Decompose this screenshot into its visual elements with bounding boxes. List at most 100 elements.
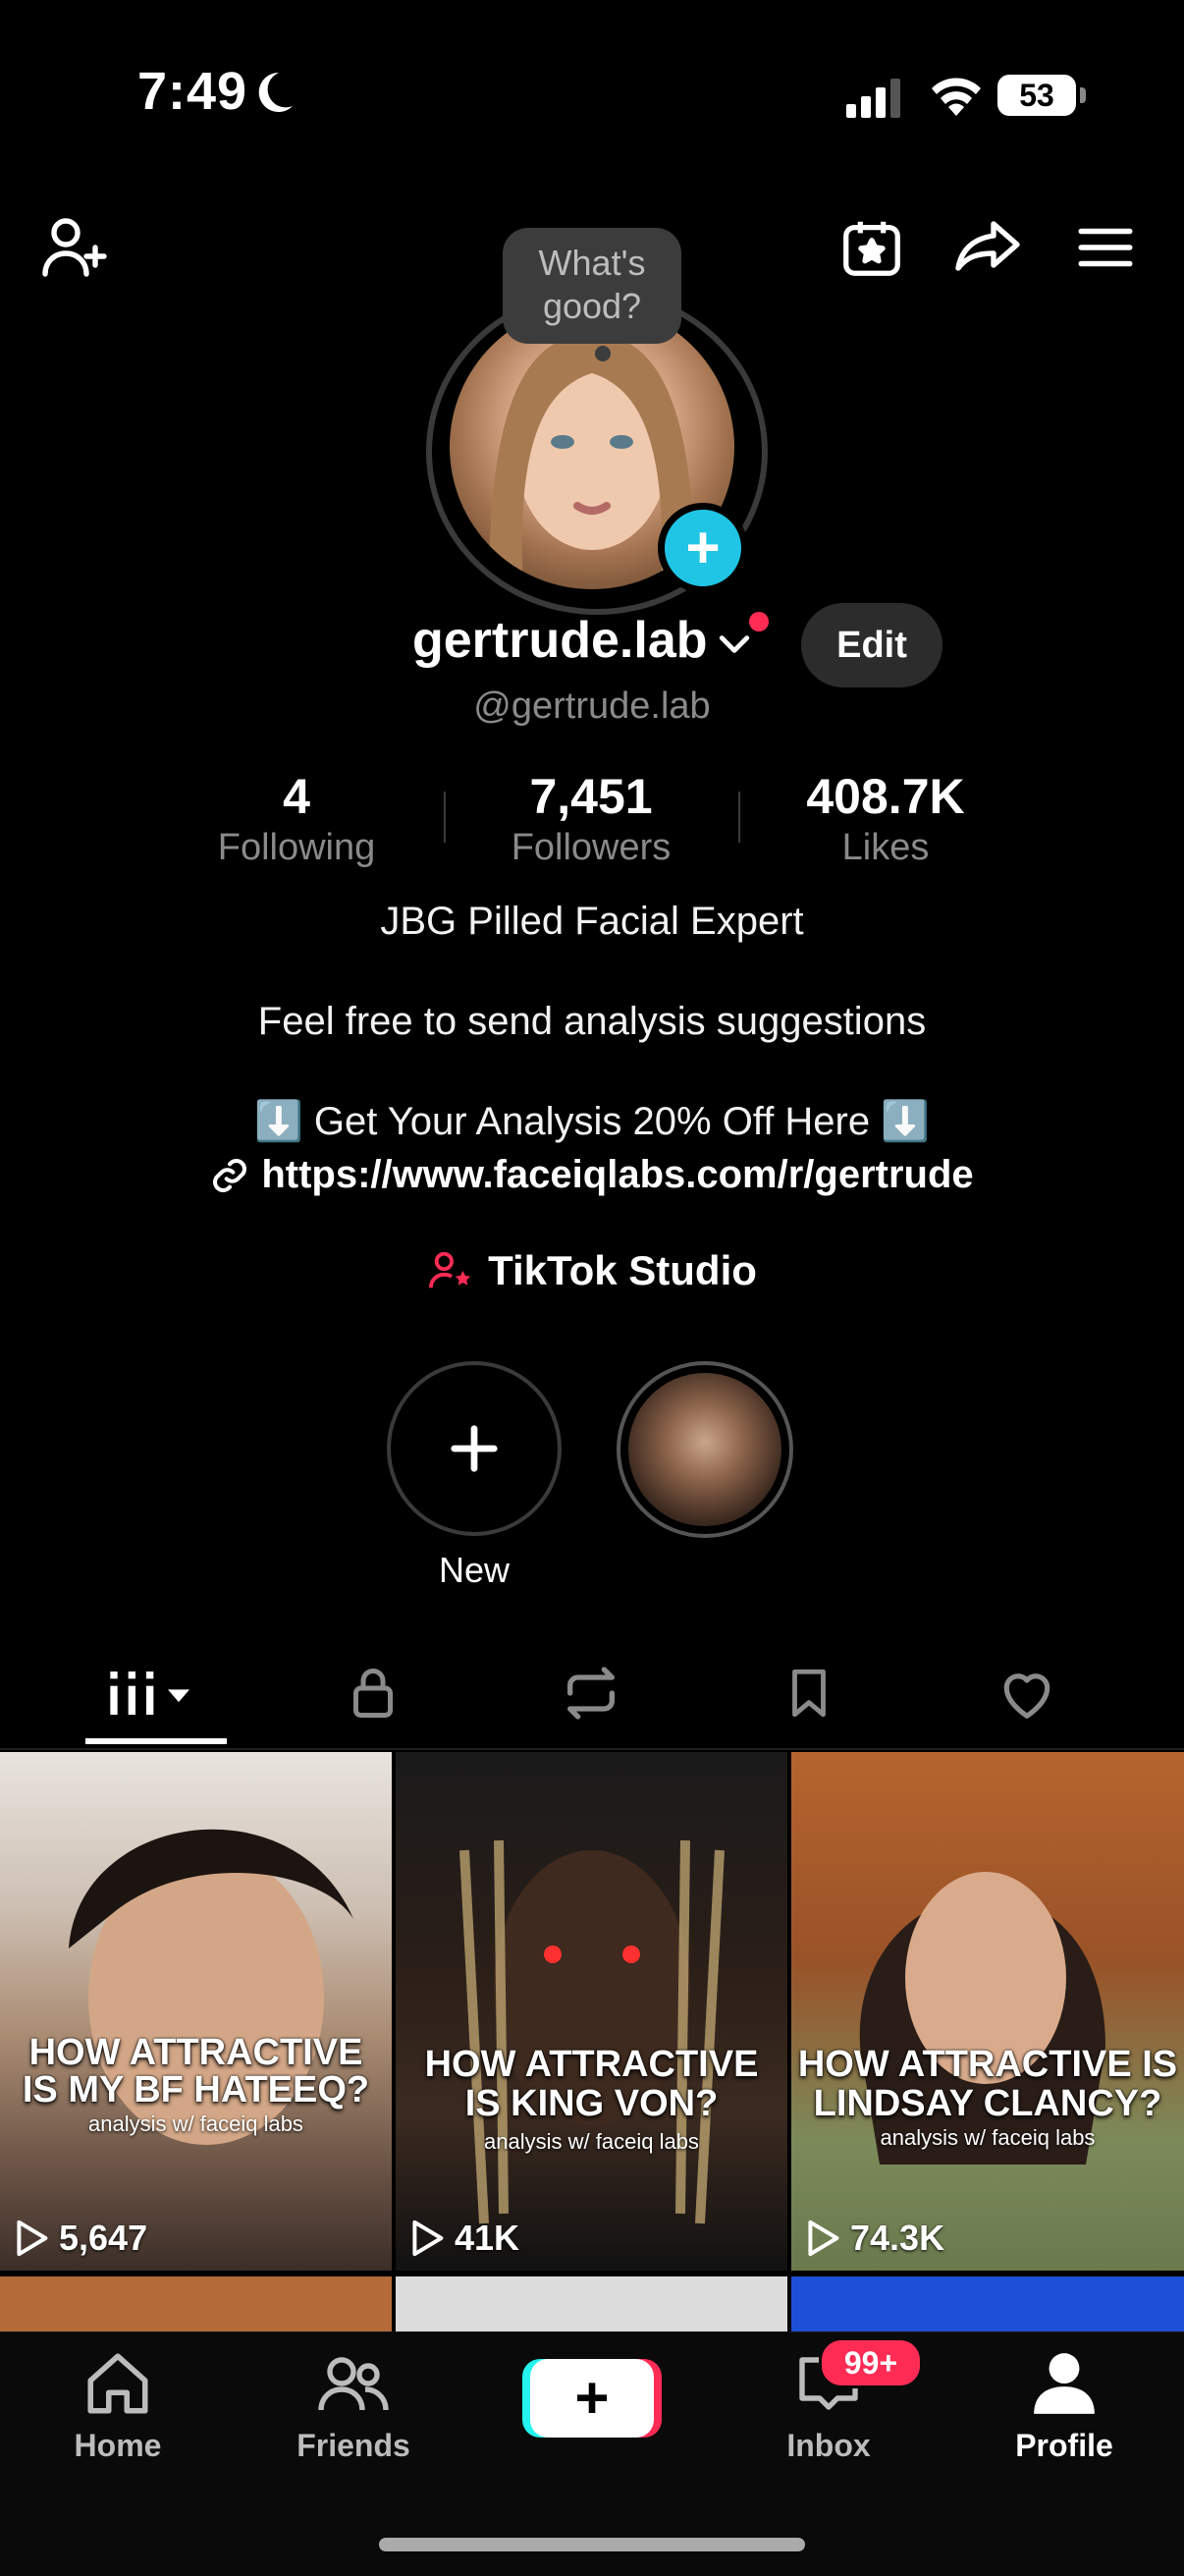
link-icon [213,1158,247,1192]
bubble-tail-dot [595,346,611,361]
bubble-line1: What's [538,243,646,283]
tiktok-studio-link[interactable]: TikTok Studio [0,1247,1184,1294]
following-label: Following [217,827,376,868]
video-caption: LINDSAY CLANCY? [813,2083,1162,2124]
cellular-signal-icon [846,79,900,118]
share-profile-button[interactable] [948,208,1027,287]
profile-handle: @gertrude.lab [473,685,711,727]
thumbnail-art [459,1839,725,2224]
play-icon [412,2220,444,2257]
video-caption: HOW ATTRACTIVE IS [797,2044,1178,2085]
video-thumbnail[interactable] [791,2276,1184,2335]
bookmark-icon [792,1669,826,1718]
likes-label: Likes [841,827,930,868]
video-caption: HOW ATTRACTIVE [424,2044,759,2085]
video-thumbnail[interactable] [396,2276,787,2335]
nav-profile[interactable]: Profile [966,2347,1162,2475]
notification-dot [749,612,769,631]
view-count-value: 5,647 [59,2218,148,2258]
stat-divider [738,792,740,843]
view-count-value: 74.3K [850,2218,945,2258]
video-thumbnail[interactable] [0,2276,392,2335]
status-time: 7:49 [137,62,248,121]
tab-favorites[interactable] [740,1654,878,1732]
followers-count: 7,451 [529,769,653,824]
edit-profile-button[interactable]: Edit [801,603,942,687]
stat-following[interactable]: 4 Following [179,768,414,869]
plus-icon: + [574,2365,610,2431]
share-arrow-icon [955,221,1020,271]
bio-link[interactable]: https://www.faceiqlabs.com/r/gertrude [0,1153,1184,1197]
battery-indicator: 53 [997,75,1086,116]
tab-reposts[interactable] [522,1654,660,1732]
link-text: https://www.faceiqlabs.com/r/gertrude [261,1153,974,1196]
heart-icon [1003,1673,1050,1719]
view-count: 5,647 [14,2218,147,2259]
plus-icon [451,1425,498,1472]
followers-label: Followers [511,827,672,868]
profile-icon [1034,2353,1095,2414]
highlight-story[interactable] [617,1361,793,1538]
grid-columns-icon [110,1672,189,1715]
video-subtitle: analysis w/ faceiq labs [88,2111,303,2136]
video-caption: IS MY BF HATEEQ? [22,2069,370,2110]
video-thumbnail[interactable]: HOW ATTRACTIVE IS KING VON? analysis w/ … [396,1752,787,2271]
bio-line: ⬇️ Get Your Analysis 20% Off Here ⬇️ [253,1100,931,1143]
nav-home-label: Home [74,2428,162,2463]
active-tab-indicator [85,1738,227,1744]
friends-icon [318,2357,389,2411]
video-subtitle: analysis w/ faceiq labs [880,2125,1096,2150]
studio-label: TikTok Studio [488,1247,757,1293]
thumbnail-art [69,1829,353,2145]
nav-home[interactable]: Home [20,2347,216,2475]
calendar-button[interactable] [833,208,911,287]
view-count-value: 41K [455,2218,520,2258]
video-caption: IS KING VON? [464,2083,719,2124]
tab-private[interactable] [304,1654,442,1732]
highlight-thumbnail [628,1373,781,1526]
new-highlight-label: New [438,1550,511,1590]
repost-icon [567,1667,615,1720]
add-person-icon [42,218,107,277]
hamburger-menu-icon [1078,228,1133,267]
stat-followers[interactable]: 7,451 Followers [473,768,709,869]
inbox-badge: 99+ [819,2337,923,2388]
nav-friends-label: Friends [296,2428,410,2463]
nav-profile-label: Profile [1015,2428,1113,2463]
wifi-icon [932,78,981,116]
nav-inbox-label: Inbox [786,2428,871,2463]
nav-friends[interactable]: Friends [255,2347,452,2475]
add-story-button[interactable]: + [658,503,748,593]
stat-divider [444,792,446,843]
thumbnail-art [859,1872,1105,2165]
tab-videos[interactable] [88,1654,226,1732]
likes-count: 408.7K [806,769,965,824]
play-icon [17,2220,48,2257]
tab-liked[interactable] [958,1654,1096,1732]
tab-divider [0,1748,1184,1750]
add-friend-button[interactable] [35,208,114,287]
profile-username[interactable]: gertrude.lab [412,611,708,670]
video-subtitle: analysis w/ faceiq labs [484,2129,699,2154]
moon-icon [258,72,293,112]
video-thumbnail[interactable]: HOW ATTRACTIVE IS LINDSAY CLANCY? analys… [791,1752,1184,2271]
status-bubble[interactable]: What's good? [503,228,681,344]
bubble-line2: good? [542,286,642,326]
play-icon [808,2220,839,2257]
new-highlight-button[interactable] [387,1361,562,1536]
lock-icon [353,1669,393,1718]
menu-button[interactable] [1066,208,1145,287]
calendar-star-icon [843,221,900,276]
home-indicator[interactable] [379,2538,805,2551]
home-icon [87,2353,148,2414]
creator-star-icon [429,1251,471,1288]
bio-line: Feel free to send analysis suggestions [257,1000,927,1043]
stat-likes[interactable]: 408.7K Likes [768,768,1003,869]
video-thumbnail[interactable]: HOW ATTRACTIVE IS MY BF HATEEQ? analysis… [0,1752,392,2271]
bio-line: JBG Pilled Facial Expert [380,900,804,943]
following-count: 4 [283,769,310,824]
chevron-down-icon[interactable] [715,629,754,660]
view-count: 41K [409,2218,519,2259]
view-count: 74.3K [805,2218,944,2259]
create-button[interactable]: + [530,2359,654,2438]
